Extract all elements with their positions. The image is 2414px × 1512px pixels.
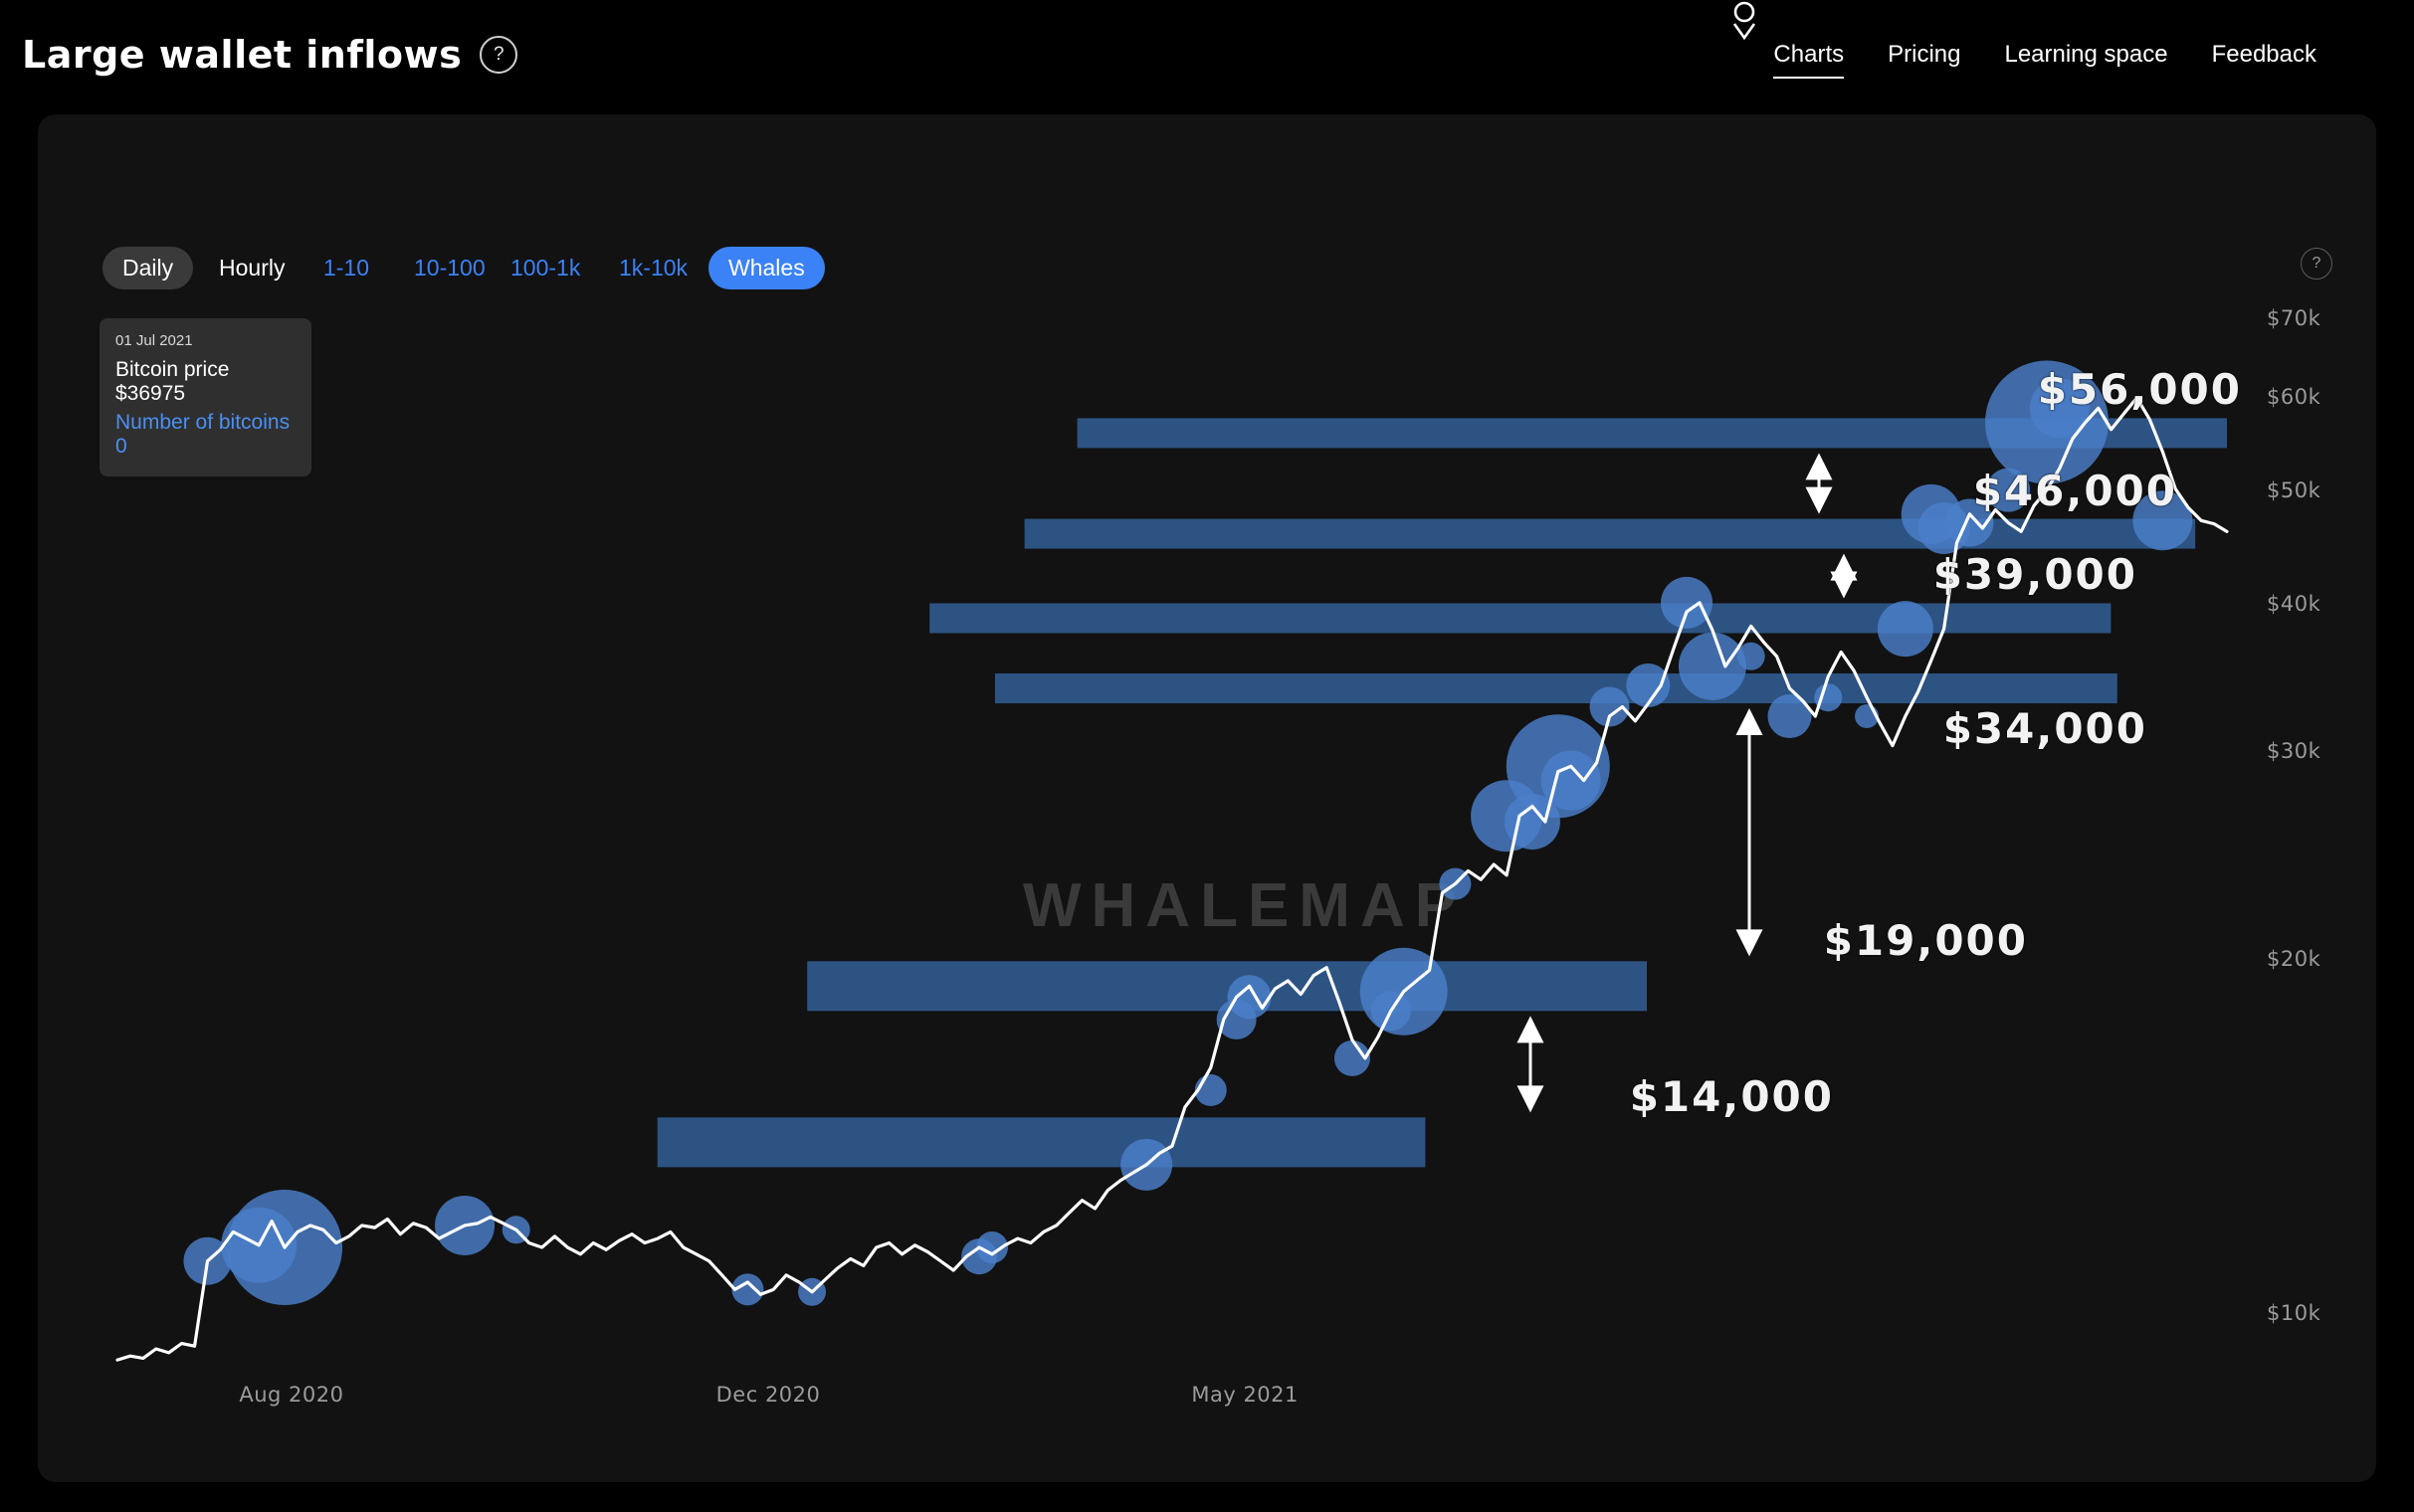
inflow-bubble[interactable] xyxy=(1877,601,1933,658)
inflow-bubble[interactable] xyxy=(1678,632,1746,700)
support-level-label: $34,000 xyxy=(1942,704,2147,754)
account-pin-icon[interactable] xyxy=(1733,1,2390,77)
inflow-bubble[interactable] xyxy=(1767,694,1812,739)
price-chart[interactable]: WHALEMAP $10k $20k $30k $40k $50k $60k $70k Aug… xyxy=(38,114,2376,1482)
x-axis-tick: Dec 2020 xyxy=(715,1383,821,1407)
nav-item-charts[interactable]: Charts xyxy=(1773,35,1844,79)
support-level-label: $39,000 xyxy=(1932,550,2137,600)
y-axis-tick: $20k xyxy=(2267,946,2321,971)
title-help-icon[interactable]: ? xyxy=(480,36,518,74)
x-axis-tick: Aug 2020 xyxy=(239,1383,344,1407)
support-bar xyxy=(1024,518,2196,549)
y-axis-tick: $10k xyxy=(2267,1301,2321,1326)
nav-item-learning-space[interactable]: Learning space xyxy=(2004,35,2167,75)
y-axis-tick: $70k xyxy=(2267,305,2321,330)
support-level-label: $19,000 xyxy=(1823,916,2028,966)
support-level-label: $14,000 xyxy=(1629,1072,1834,1122)
inflow-bubble[interactable] xyxy=(1736,642,1765,670)
x-axis-tick: May 2021 xyxy=(1191,1383,1299,1407)
page-title: Large wallet inflows xyxy=(22,33,463,77)
top-bar: Large wallet inflows ? Charts Pricing Lear… xyxy=(0,0,2414,109)
nav-item-feedback[interactable]: Feedback xyxy=(2212,35,2316,75)
main-nav: Charts Pricing Learning space Feedback xyxy=(1729,0,2390,109)
support-bar xyxy=(994,673,2117,704)
inflow-bubble[interactable] xyxy=(1626,663,1671,708)
support-level-label: $56,000 xyxy=(2037,365,2242,415)
support-bar xyxy=(929,603,2112,634)
y-axis-tick: $50k xyxy=(2267,477,2321,502)
support-level-label: $46,000 xyxy=(1972,466,2177,515)
inflow-bubble[interactable] xyxy=(1661,576,1713,629)
y-axis-tick: $60k xyxy=(2267,384,2321,409)
brand-area: Large wallet inflows ? xyxy=(22,33,518,77)
inflow-bubble[interactable] xyxy=(1227,975,1272,1020)
app-root: Large wallet inflows ? Charts Pricing Lear… xyxy=(0,0,2414,1512)
chart-svg xyxy=(115,360,2229,1362)
nav-item-pricing[interactable]: Pricing xyxy=(1888,35,1960,75)
y-axis-tick: $40k xyxy=(2267,592,2321,617)
chart-panel: Daily Hourly 1-10 10-100 100-1k 1k-10k Whales … xyxy=(38,114,2376,1482)
y-axis-tick: $30k xyxy=(2267,739,2321,764)
support-bar xyxy=(657,1117,1426,1168)
